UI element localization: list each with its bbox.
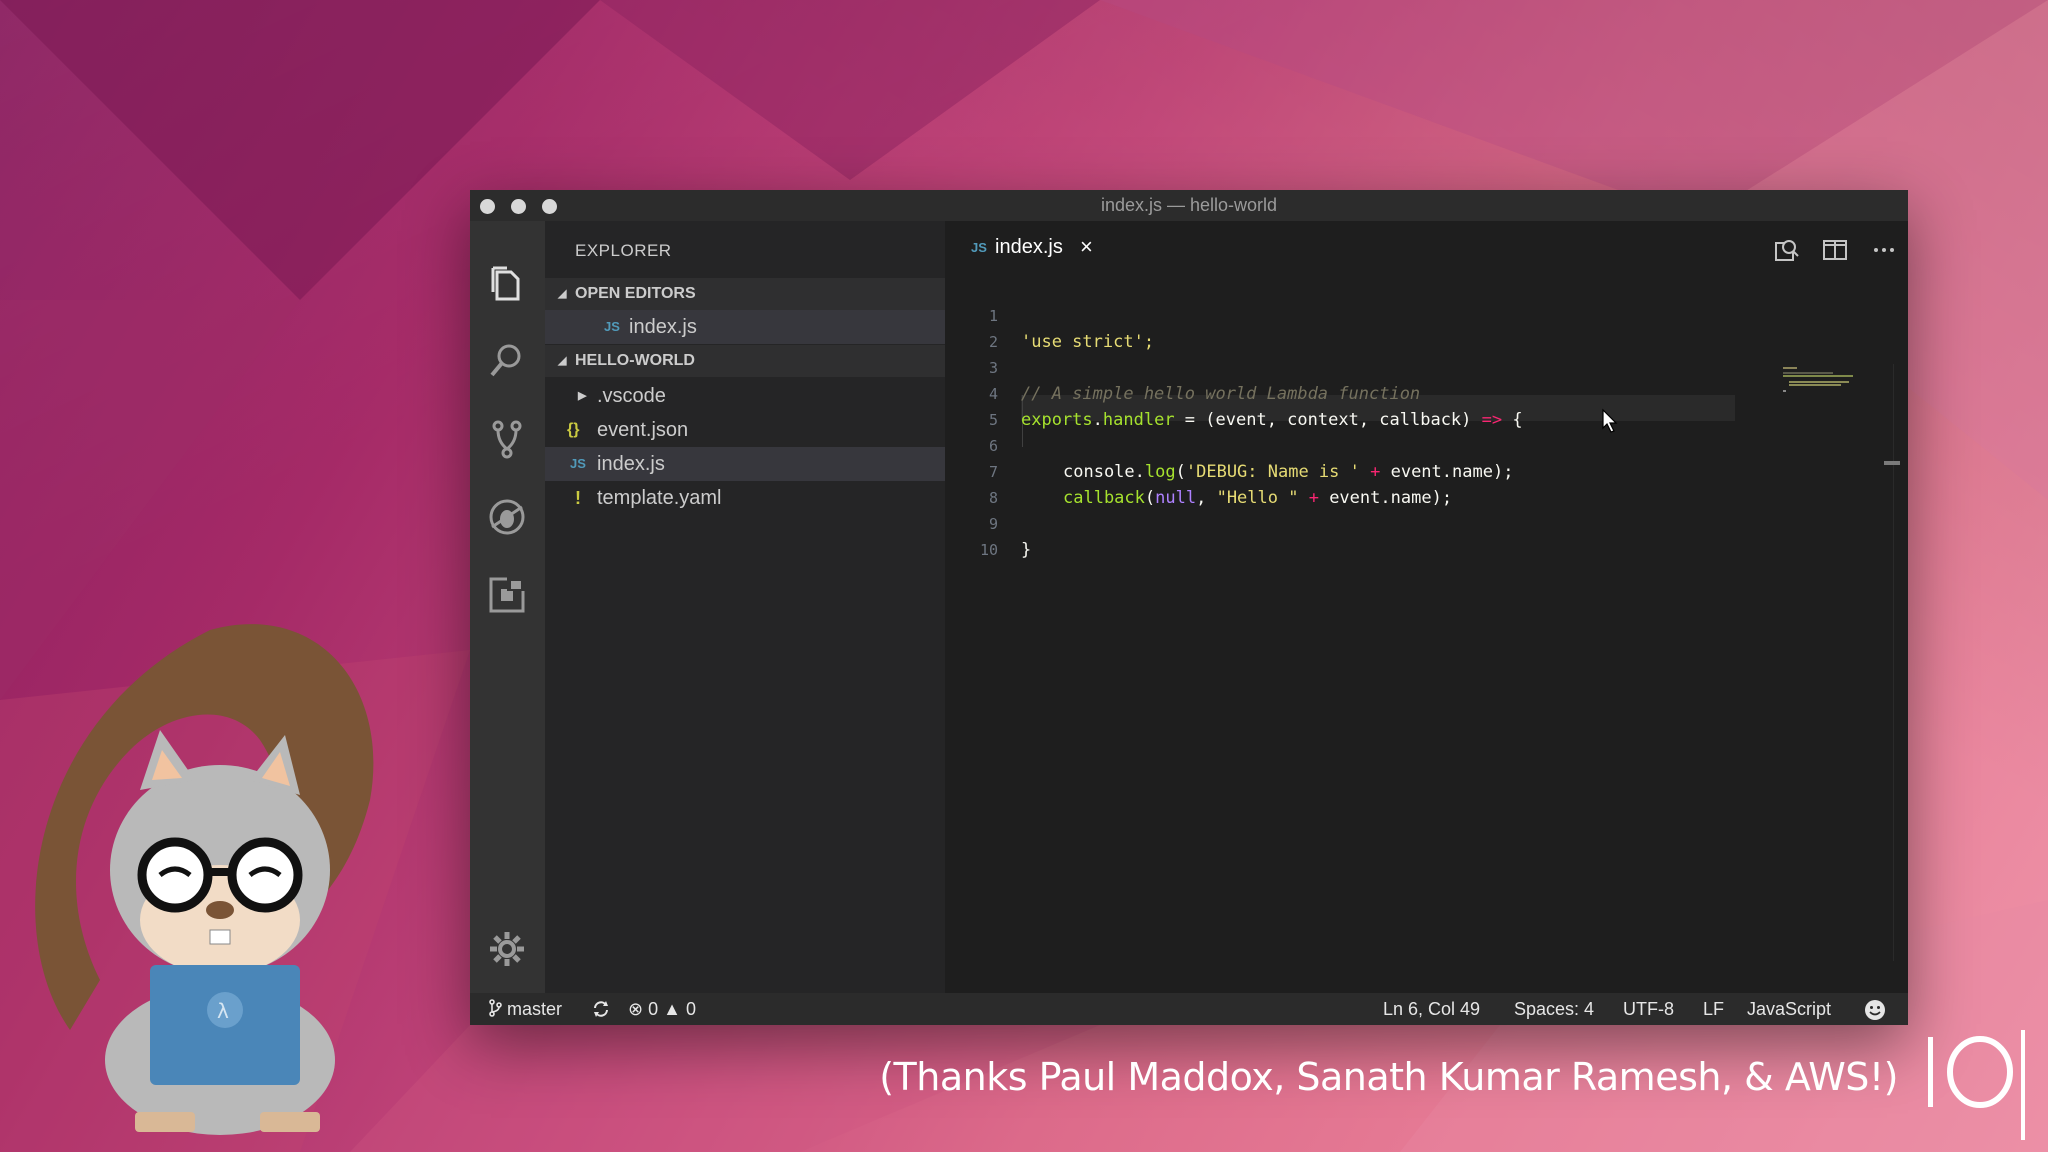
eol-status[interactable]: LF: [1703, 993, 1724, 1025]
more-actions-icon[interactable]: [1870, 236, 1898, 264]
code-line: 1 'use strict';: [945, 277, 1845, 352]
error-count: 0: [648, 999, 659, 1019]
cursor-position[interactable]: Ln 6, Col 49: [1383, 993, 1480, 1025]
indentation-status[interactable]: Spaces: 4: [1514, 993, 1594, 1025]
split-editor-icon[interactable]: [1821, 236, 1849, 264]
js-file-icon: JS: [570, 456, 586, 471]
logo-divider: [2021, 1030, 2025, 1140]
warning-icon: ▲: [663, 999, 681, 1019]
feedback-smiley-icon[interactable]: [1864, 999, 1886, 1021]
collapse-triangle-icon: ◢: [558, 355, 567, 367]
code-line: 6 console.log('DEBUG: Name is ' + event.…: [945, 407, 1845, 482]
collapse-triangle-icon: ◢: [558, 288, 567, 300]
editor-tab-bar: JS index.js ×: [945, 221, 1908, 277]
settings-gear-icon[interactable]: [487, 929, 527, 969]
js-file-icon: JS: [604, 319, 620, 334]
code-line: 9 }: [945, 485, 1845, 560]
code-line: 2: [945, 303, 1845, 351]
io-logo: [1928, 1036, 2013, 1108]
sync-icon[interactable]: [592, 1000, 610, 1018]
code-line: 8: [945, 459, 1845, 507]
tree-item-label: index.js: [597, 453, 665, 475]
activity-bar: [470, 221, 545, 993]
tree-item-template-yaml[interactable]: ! template.yaml: [545, 481, 945, 515]
search-icon[interactable]: [487, 341, 527, 381]
git-branch-icon: [489, 999, 502, 1017]
error-icon: ⊗: [628, 999, 644, 1019]
mouse-cursor-icon: [1602, 408, 1618, 433]
code-line: 5: [945, 381, 1845, 429]
tree-item-event-json[interactable]: {} event.json: [545, 413, 945, 447]
minimap[interactable]: [1783, 367, 1863, 397]
project-label: HELLO-WORLD: [575, 352, 695, 369]
hello-world-section[interactable]: ◢ HELLO-WORLD: [545, 345, 945, 377]
code-line: 4 exports.handler = (event, context, cal…: [945, 355, 1845, 430]
overview-ruler: [1893, 364, 1894, 961]
explorer-header: EXPLORER: [575, 241, 672, 260]
extensions-icon[interactable]: [487, 575, 527, 615]
tree-item-label: template.yaml: [597, 487, 722, 509]
open-editor-item[interactable]: JS index.js: [545, 310, 945, 344]
status-bar: master ⊗ 0 ▲ 0 Ln 6, Col 49 Spaces: 4 UT…: [470, 993, 1908, 1025]
vscode-window: index.js — hello-world EXPLORER ◢ OPEN E…: [470, 190, 1908, 1025]
code-line: 7 callback(null, "Hello " + event.name);: [945, 433, 1845, 508]
code-token: }: [1021, 540, 1032, 560]
warning-count: 0: [685, 999, 696, 1019]
folder-chevron-icon: ▶: [578, 390, 587, 402]
explorer-sidebar: EXPLORER ◢ OPEN EDITORS JS index.js ◢ HE…: [545, 221, 945, 993]
json-file-icon: {}: [567, 421, 580, 438]
explorer-icon[interactable]: [487, 264, 527, 304]
window-title: index.js — hello-world: [1100, 195, 1278, 215]
tab-index-js[interactable]: JS index.js ×: [945, 221, 1115, 277]
credits-caption: (Thanks Paul Maddox, Sanath Kumar Ramesh…: [879, 1055, 1898, 1099]
js-file-icon: JS: [971, 240, 987, 255]
tree-item-label: event.json: [597, 419, 689, 441]
open-changes-icon[interactable]: [1773, 236, 1801, 264]
title-bar: index.js — hello-world: [470, 190, 1908, 222]
code-line: 3 // A simple hello world Lambda functio…: [945, 329, 1845, 404]
tree-item-vscode[interactable]: ▶ .vscode: [545, 379, 945, 413]
line-number: 10: [979, 541, 998, 559]
open-editor-label: index.js: [629, 316, 697, 338]
close-tab-icon[interactable]: ×: [1080, 234, 1093, 260]
tree-item-label: .vscode: [597, 385, 666, 407]
yaml-file-icon: !: [575, 488, 581, 508]
code-editor[interactable]: 1 'use strict'; 2 3 // A simple hello wo…: [945, 277, 1908, 993]
problems-status[interactable]: ⊗ 0 ▲ 0: [628, 993, 696, 1025]
debug-icon[interactable]: [487, 497, 527, 537]
source-control-icon[interactable]: [487, 419, 527, 459]
svg-text:λ: λ: [217, 999, 229, 1023]
tree-item-index-js[interactable]: JS index.js: [545, 447, 945, 481]
encoding-status[interactable]: UTF-8: [1623, 993, 1674, 1025]
open-editors-section[interactable]: ◢ OPEN EDITORS: [545, 278, 945, 310]
tab-label: index.js: [995, 236, 1063, 258]
open-editors-label: OPEN EDITORS: [575, 285, 696, 302]
language-mode[interactable]: JavaScript: [1747, 993, 1831, 1025]
branch-name: master: [507, 999, 563, 1019]
squirrel-mascot-illustration: λ: [35, 624, 374, 1135]
code-line: 10: [945, 511, 1845, 559]
scrollbar-thumb[interactable]: [1884, 461, 1900, 465]
branch-status[interactable]: master: [488, 993, 562, 1025]
